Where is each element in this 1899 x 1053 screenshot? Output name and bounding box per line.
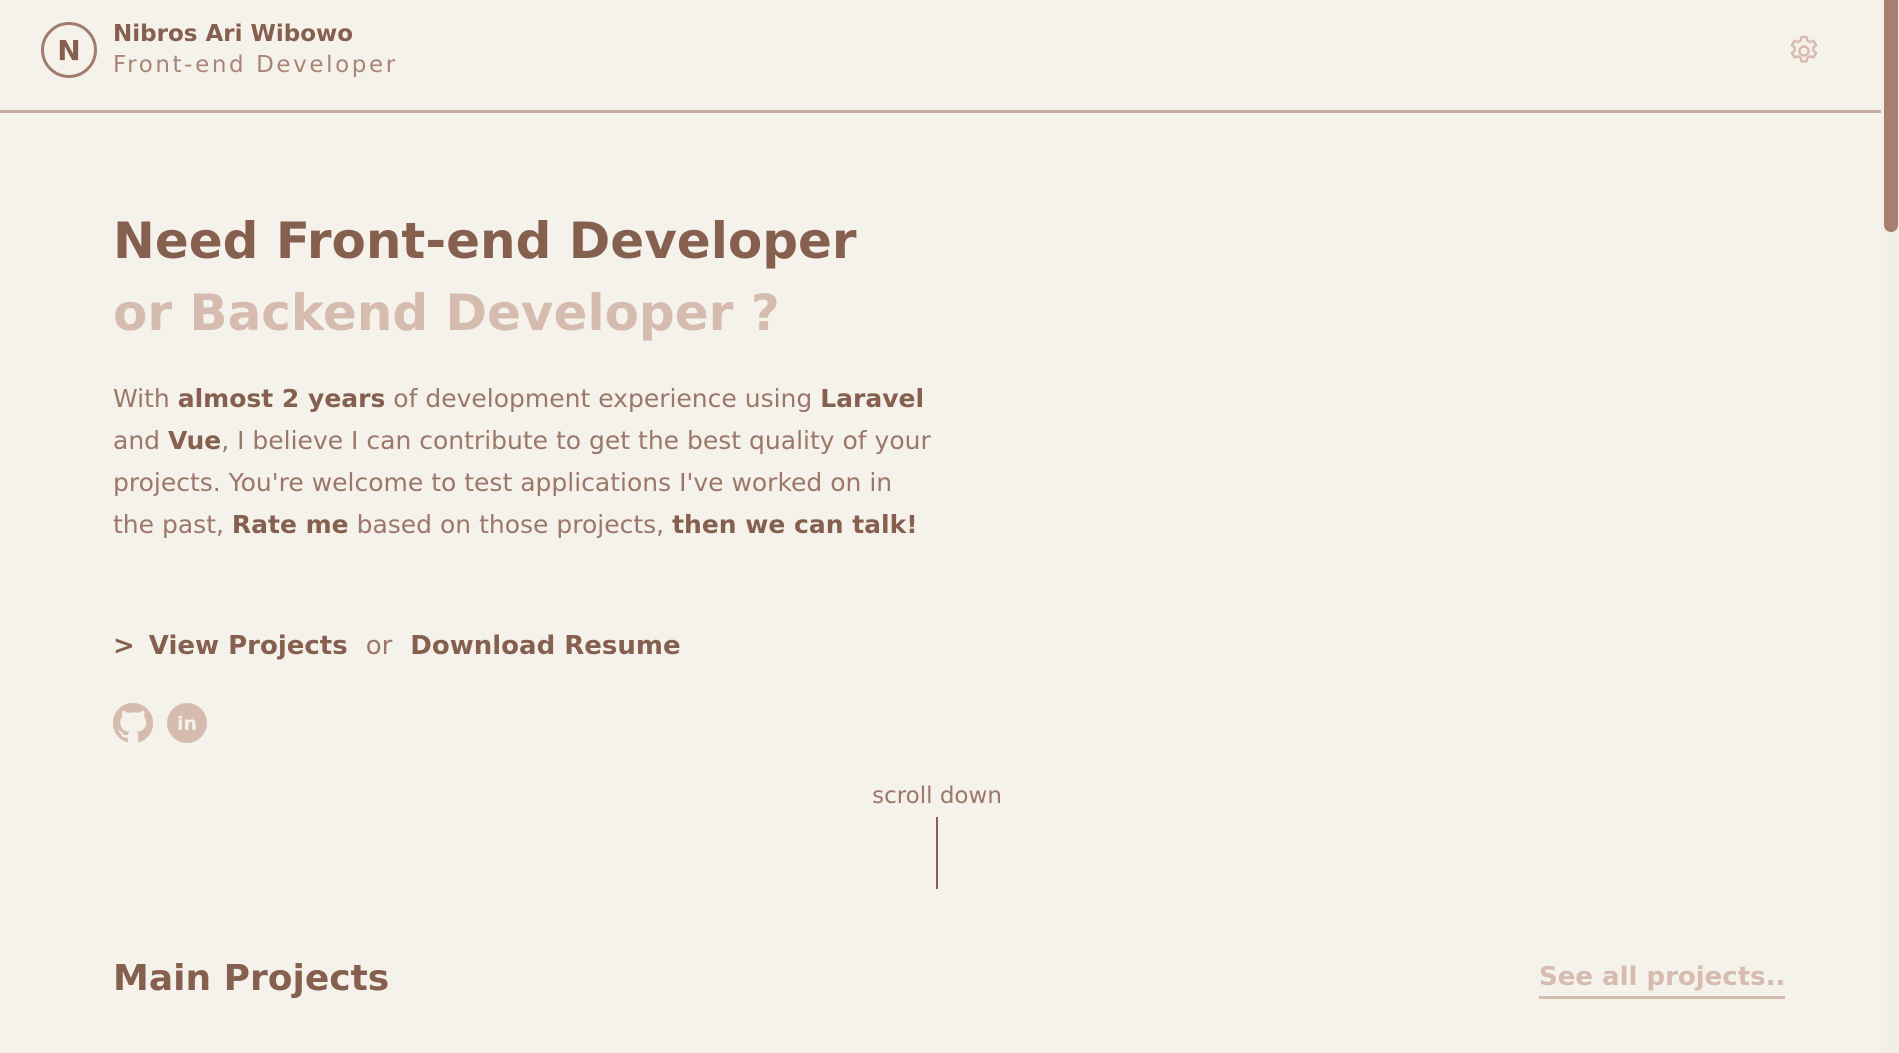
hero-description: With almost 2 years of development exper… xyxy=(113,378,933,546)
hero-text-highlight: Rate me xyxy=(231,510,349,539)
scrollbar-thumb[interactable] xyxy=(1884,0,1898,232)
hero-title: Need Front-end Developer or Backend Deve… xyxy=(113,205,857,349)
logo[interactable]: N xyxy=(41,22,97,78)
hero-title-line1: Need Front-end Developer xyxy=(113,212,857,270)
gear-icon[interactable] xyxy=(1786,33,1822,69)
brand-role: Front-end Developer xyxy=(113,52,398,78)
github-icon[interactable] xyxy=(112,702,154,744)
scroll-down-line xyxy=(936,817,938,889)
hero-text-highlight: then we can talk! xyxy=(672,510,918,539)
social-links: in xyxy=(112,702,208,744)
brand-name: Nibros Ari Wibowo xyxy=(113,21,354,47)
svg-text:in: in xyxy=(177,713,197,735)
hero-text-part: With xyxy=(113,384,178,413)
hero-text-part: based on those projects, xyxy=(348,510,673,539)
chevron-right-icon: > xyxy=(113,631,135,661)
page: N Nibros Ari Wibowo Front-end Developer … xyxy=(0,0,1899,1053)
scroll-down-hint: scroll down xyxy=(872,783,1002,809)
main-projects-title: Main Projects xyxy=(113,958,390,999)
linkedin-icon[interactable]: in xyxy=(166,702,208,744)
download-resume-link[interactable]: Download Resume xyxy=(410,631,680,661)
hero-text-highlight: almost 2 years xyxy=(177,384,386,413)
hero-title-line2: or Backend Developer ? xyxy=(113,284,780,342)
view-projects-link[interactable]: View Projects xyxy=(149,631,348,661)
scrollbar[interactable] xyxy=(1881,0,1899,1053)
hero-text-highlight: Vue xyxy=(167,426,222,455)
site-header: N Nibros Ari Wibowo Front-end Developer xyxy=(0,0,1881,113)
see-all-projects-link[interactable]: See all projects.. xyxy=(1539,962,1786,999)
hero-text-part: and xyxy=(113,426,168,455)
hero-text-part: of development experience using xyxy=(385,384,821,413)
cta-separator: or xyxy=(365,631,393,661)
hero-text-highlight: Laravel xyxy=(820,384,925,413)
hero-actions: > View Projects or Download Resume xyxy=(113,626,681,666)
